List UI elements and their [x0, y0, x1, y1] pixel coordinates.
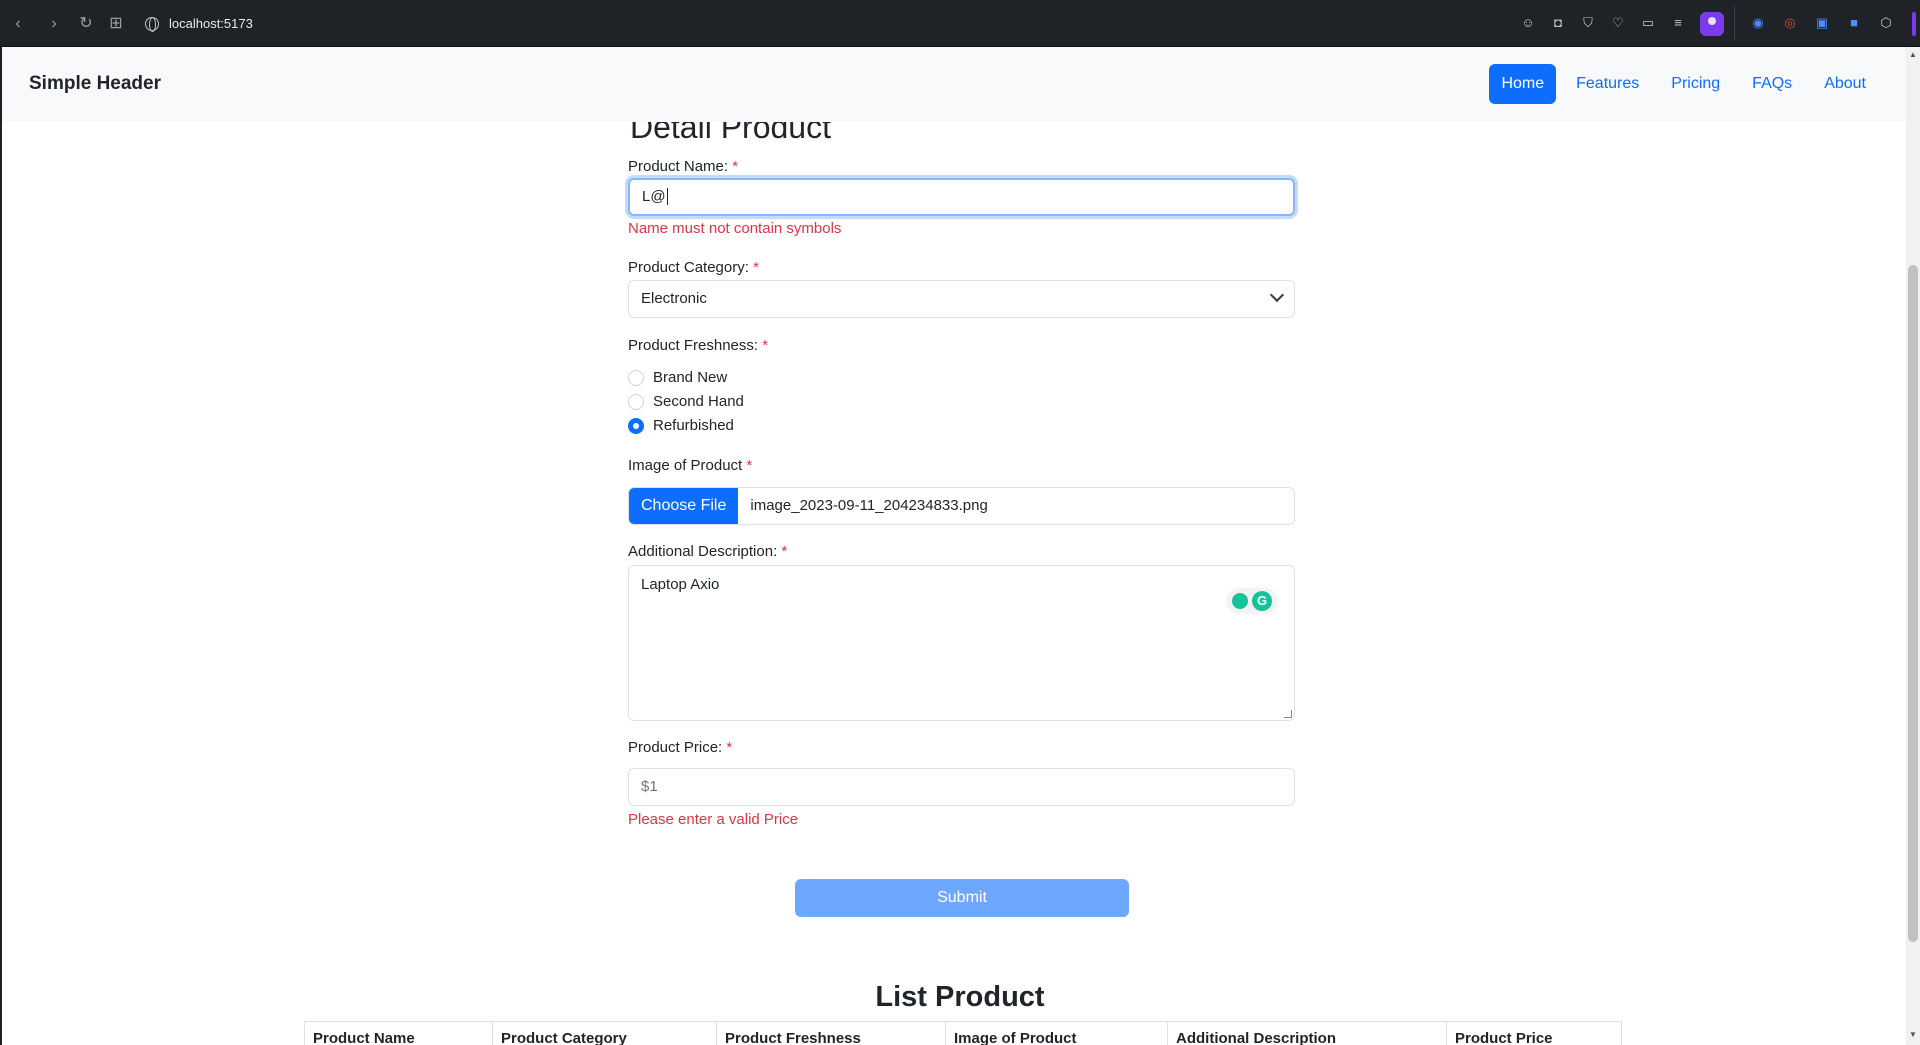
- settings-extension-icon[interactable]: ■: [1846, 15, 1862, 31]
- choose-file-button[interactable]: Choose File: [629, 488, 739, 524]
- url-text: localhost:5173: [169, 16, 253, 31]
- scroll-down-icon[interactable]: ▼: [1909, 1031, 1917, 1039]
- list-title: List Product: [875, 981, 1045, 1013]
- chevron-down-icon: [1269, 287, 1285, 303]
- chrome-icon[interactable]: ◎: [1782, 15, 1798, 31]
- emoji-icon[interactable]: ☺: [1520, 15, 1536, 31]
- price-input[interactable]: $1: [628, 768, 1295, 806]
- nav-pricing[interactable]: Pricing: [1659, 64, 1732, 104]
- scroll-up-icon[interactable]: ▲: [1909, 51, 1917, 59]
- description-textarea[interactable]: Laptop Axio G: [628, 565, 1295, 721]
- resize-handle[interactable]: [1284, 710, 1292, 718]
- media-icon[interactable]: ▭: [1640, 15, 1656, 31]
- product-category-label: Product Category: *: [628, 259, 759, 276]
- product-freshness-label: Product Freshness: *: [628, 337, 769, 354]
- extension-icon[interactable]: ◉: [1750, 15, 1766, 31]
- radio-button[interactable]: [628, 369, 644, 386]
- nav-about[interactable]: About: [1812, 64, 1878, 104]
- description-label: Additional Description: *: [628, 543, 788, 560]
- price-label: Product Price: *: [628, 739, 733, 756]
- forward-icon[interactable]: ›: [44, 14, 64, 34]
- image-label: Image of Product *: [628, 457, 753, 474]
- image-file-input[interactable]: Choose File image_2023-09-11_204234833.p…: [628, 487, 1295, 525]
- back-icon[interactable]: ‹: [8, 14, 28, 34]
- submit-button[interactable]: Submit: [795, 879, 1129, 917]
- nav-features[interactable]: Features: [1564, 64, 1651, 104]
- price-error: Please enter a valid Price: [628, 811, 799, 828]
- grammarly-widget[interactable]: G: [1226, 588, 1278, 614]
- table-header: Image of Product: [945, 1022, 1167, 1045]
- address-bar[interactable]: localhost:5173: [145, 13, 253, 35]
- package-icon[interactable]: ⬡: [1878, 15, 1894, 31]
- scrollbar-thumb[interactable]: [1908, 265, 1918, 942]
- site-header: Simple Header Home Features Pricing FAQs…: [2, 47, 1906, 122]
- sidebar-edge: [1912, 12, 1916, 36]
- profile-avatar[interactable]: [1700, 12, 1724, 36]
- main-nav: Home Features Pricing FAQs About: [1489, 64, 1878, 104]
- grammarly-icon[interactable]: G: [1252, 591, 1272, 611]
- radio-button[interactable]: [628, 393, 644, 410]
- browser-toolbar: ‹ › ↻ ⊞ localhost:5173 ☺ ◘ ⛉ ♡ ▭ ≡ ◉ ◎ ▣…: [0, 0, 1920, 47]
- product-name-error: Name must not contain symbols: [628, 220, 842, 237]
- brand-logo[interactable]: Simple Header: [29, 73, 161, 95]
- reload-icon[interactable]: ↻: [76, 14, 96, 34]
- heart-icon[interactable]: ♡: [1610, 15, 1626, 31]
- toolbar-divider: [1734, 6, 1735, 40]
- radio-brand-new[interactable]: Brand New: [628, 369, 727, 386]
- menu-icon[interactable]: ≡: [1670, 15, 1686, 31]
- table-header: Product Category: [492, 1022, 716, 1045]
- page-viewport: Detail Product Product Name: * L@ Name m…: [2, 47, 1906, 1045]
- camera-icon[interactable]: ◘: [1550, 15, 1566, 31]
- lightbulb-icon[interactable]: [1232, 593, 1248, 609]
- radio-button-checked[interactable]: [628, 417, 644, 434]
- nav-home[interactable]: Home: [1489, 64, 1557, 104]
- translate-icon[interactable]: ▣: [1814, 15, 1830, 31]
- table-header: Product Name: [304, 1022, 492, 1045]
- radio-refurbished[interactable]: Refurbished: [628, 417, 734, 434]
- table-header: Additional Description: [1167, 1022, 1446, 1045]
- file-name: image_2023-09-11_204234833.png: [750, 497, 988, 514]
- shield-icon[interactable]: ⛉: [1580, 15, 1596, 31]
- nav-faqs[interactable]: FAQs: [1740, 64, 1804, 104]
- tabs-grid-icon[interactable]: ⊞: [106, 14, 126, 34]
- product-name-label: Product Name: *: [628, 158, 739, 175]
- site-info-icon[interactable]: [145, 17, 159, 32]
- product-category-select[interactable]: Electronic: [628, 280, 1295, 318]
- page-scrollbar[interactable]: ▲ ▼: [1906, 47, 1920, 1045]
- table-header: Product Freshness: [716, 1022, 945, 1045]
- table-header: Product Price: [1446, 1022, 1622, 1045]
- product-table: Product Name Product Category Product Fr…: [304, 1021, 1622, 1045]
- product-name-input[interactable]: L@: [628, 178, 1295, 216]
- radio-second-hand[interactable]: Second Hand: [628, 393, 744, 410]
